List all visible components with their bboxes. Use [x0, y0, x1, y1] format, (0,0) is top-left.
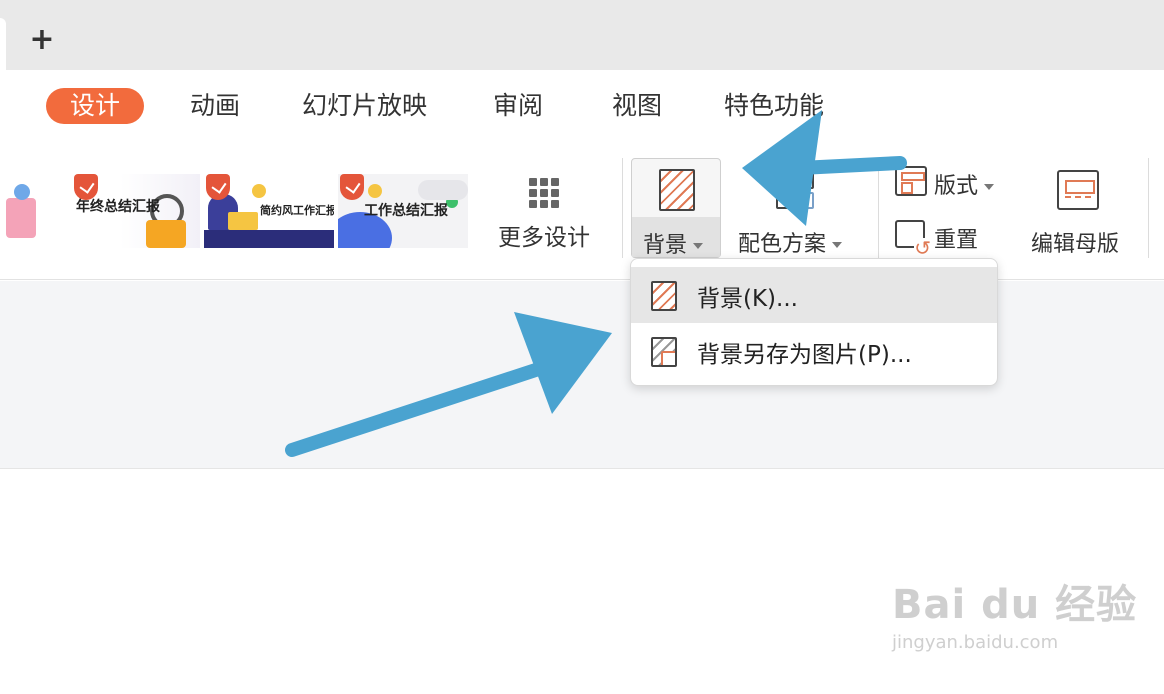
arrow-to-dropdown-menu — [285, 312, 612, 457]
watermark-url: jingyan.baidu.com — [892, 632, 1059, 653]
baidu-watermark: Bai du 经验 jingyan.baidu.com — [892, 572, 1137, 653]
arrow-to-background-button — [742, 110, 907, 226]
watermark-logo: Bai du 经验 — [892, 582, 1138, 628]
